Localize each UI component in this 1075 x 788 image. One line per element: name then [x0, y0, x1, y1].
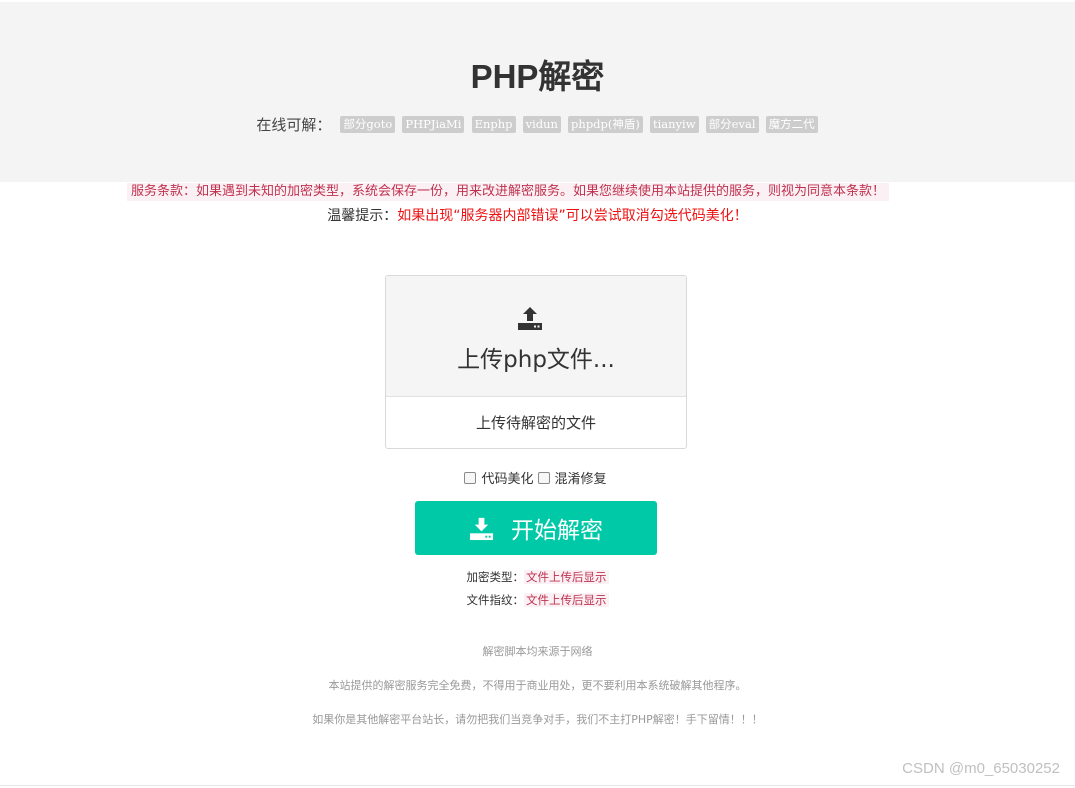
upload-title: 上传php文件... [457, 347, 615, 373]
csdn-watermark: CSDN @m0_65030252 [902, 760, 1060, 777]
upload-dropzone[interactable]: 上传php文件... 上传待解密的文件 [385, 275, 687, 449]
deobfuscate-checkbox[interactable] [537, 471, 550, 484]
upload-description: 上传待解密的文件 [475, 414, 596, 432]
tag-goto: 部分goto [340, 116, 396, 133]
start-decrypt-button[interactable]: 开始解密 [415, 501, 657, 555]
file-fingerprint-row: 文件指纹： 文件上传后显示 [0, 592, 1075, 608]
tag-enphp: Enphp [471, 116, 516, 133]
footer-free-note: 本站提供的解密服务完全免费，不得用于商业用处，更不要利用本系统破解其他程序。 [328, 679, 747, 692]
hint-label: 温馨提示： [327, 208, 398, 224]
supported-label: 在线可解： [256, 116, 332, 134]
hint-notice: 温馨提示：如果出现“服务器内部错误”可以尝试取消勾选代码美化！ [0, 205, 1075, 225]
download-icon [469, 517, 494, 540]
terms-notice: 服务条款：如果遇到未知的加密类型，系统会保存一份，用来改进解密服务。如果您继续使… [127, 183, 890, 201]
encryption-type-row: 加密类型： 文件上传后显示 [0, 569, 1075, 585]
tag-phpdp: phpdp(神盾) [568, 116, 643, 133]
footer-source-note: 解密脚本均来源于网络 [482, 645, 593, 658]
bottom-divider [0, 785, 1075, 786]
beautify-checkbox[interactable] [464, 471, 477, 484]
tag-phpjiami: PHPJiaMi [402, 116, 465, 133]
decrypt-options: 代码美化 混淆修复 [0, 468, 1075, 488]
tag-vidun: vidun [522, 116, 561, 133]
file-fingerprint-label: 文件指纹： [466, 593, 525, 607]
page-title: PHP解密 [470, 58, 605, 95]
deobfuscate-option[interactable]: 混淆修复 [537, 468, 611, 487]
encryption-type-value: 文件上传后显示 [524, 570, 609, 584]
upload-icon [518, 307, 542, 330]
tag-eval: 部分eval [705, 116, 759, 133]
beautify-option[interactable]: 代码美化 [464, 468, 537, 487]
footer-webmaster-note: 如果你是其他解密平台站长，请勿把我们当竞争对手，我们不主打PHP解密！手下留情！… [312, 713, 763, 726]
file-fingerprint-value: 文件上传后显示 [524, 593, 609, 607]
deobfuscate-label: 混淆修复 [554, 472, 607, 487]
beautify-label: 代码美化 [481, 472, 534, 487]
tag-mofang: 魔方二代 [765, 116, 818, 133]
hero-banner: PHP解密 在线可解： 部分goto PHPJiaMi Enphp vidun p… [0, 2, 1075, 182]
encryption-type-label: 加密类型： [466, 570, 525, 584]
start-decrypt-label: 开始解密 [511, 518, 603, 544]
tag-tianyiw: tianyiw [649, 116, 699, 133]
supported-types: 在线可解： 部分goto PHPJiaMi Enphp vidun phpdp(神… [0, 114, 1075, 135]
upload-header: 上传php文件... [386, 276, 686, 397]
hint-text: 如果出现“服务器内部错误”可以尝试取消勾选代码美化！ [397, 208, 748, 224]
